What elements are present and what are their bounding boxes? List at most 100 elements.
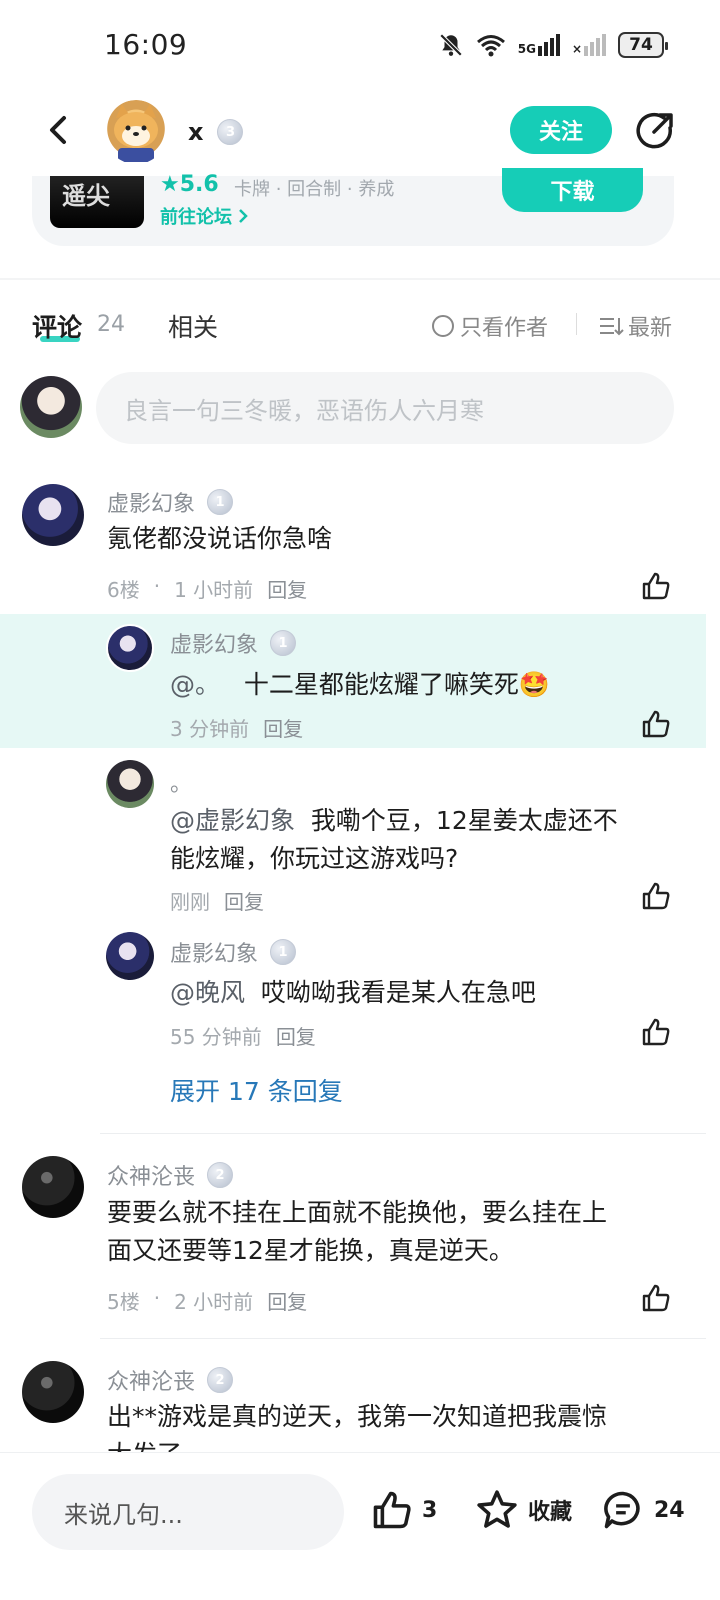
- follow-button[interactable]: 关注: [510, 106, 612, 154]
- my-avatar: [20, 376, 82, 438]
- reply-button[interactable]: 回复: [267, 1286, 307, 1315]
- back-arrow-icon[interactable]: [38, 110, 78, 150]
- like-icon[interactable]: [640, 1282, 672, 1314]
- comment-time: 2 小时前: [174, 1290, 254, 1314]
- mute-icon: [439, 33, 463, 57]
- comment-floor: 5楼: [107, 1290, 140, 1314]
- reply-meta: 3 分钟前 回复: [170, 713, 303, 742]
- commenter-name[interactable]: 众神沦丧 2: [107, 1159, 234, 1191]
- game-tags: 卡牌 · 回合制 · 养成: [234, 179, 395, 200]
- status-time: 16:09: [104, 28, 188, 61]
- author-name[interactable]: x 3: [188, 118, 244, 146]
- author-avatar[interactable]: [104, 100, 168, 164]
- reply-body: 哎呦呦我看是某人在急吧: [260, 978, 536, 1007]
- star-icon: [477, 1490, 517, 1528]
- reply-button[interactable]: 回复: [276, 1021, 316, 1050]
- comments-count: 24: [97, 312, 125, 337]
- reply-time: 55 分钟前: [170, 1025, 262, 1049]
- expand-replies-link[interactable]: 展开 17 条回复: [170, 1072, 343, 1108]
- commenter-avatar[interactable]: [22, 484, 84, 546]
- signal-weak-icon: ×: [572, 34, 606, 56]
- reply-user[interactable]: 虚影幻象 1: [170, 627, 297, 659]
- like-count: 3: [422, 1497, 438, 1523]
- like-icon[interactable]: [640, 1016, 672, 1048]
- reply-time: 刚刚: [170, 890, 210, 914]
- level-badge: 1: [207, 489, 234, 515]
- like-icon[interactable]: [640, 708, 672, 740]
- tab-related[interactable]: 相关: [168, 308, 218, 344]
- favorite-button[interactable]: 收藏: [474, 1488, 572, 1532]
- level-badge: 1: [270, 630, 297, 656]
- commenter-avatar[interactable]: [22, 1156, 84, 1218]
- reply-line-2: 能炫耀，你玩过这游戏吗?: [170, 844, 459, 873]
- radio-icon: [432, 315, 454, 337]
- comment-input[interactable]: 良言一句三冬暖，恶语伤人六月寒: [96, 372, 674, 444]
- reply-button[interactable]: 回复: [263, 713, 303, 742]
- mention-link[interactable]: @晚风: [170, 978, 245, 1007]
- comment-line-2: 面又还要等12星才能换，真是逆天。: [107, 1236, 514, 1265]
- game-rating: ★5.6: [160, 172, 219, 197]
- reply-button[interactable]: 回复: [224, 886, 264, 915]
- reply-avatar[interactable]: [106, 624, 154, 672]
- game-thumbnail[interactable]: 遥尖: [50, 176, 144, 228]
- share-icon[interactable]: [634, 110, 676, 152]
- commenter-avatar[interactable]: [22, 1361, 84, 1423]
- comment-text: 氪佬都没说话你急啥: [107, 524, 333, 553]
- like-icon[interactable]: [640, 570, 672, 602]
- reply-meta: 55 分钟前 回复: [170, 1021, 316, 1050]
- reply-text: @晚风 哎呦呦我看是某人在急吧: [170, 974, 536, 1012]
- shiba-avatar-icon: [114, 104, 158, 162]
- signal-5g-icon: 5G: [518, 34, 560, 56]
- commenter-name-text: 虚影幻象: [107, 492, 196, 517]
- reply-user[interactable]: 。: [170, 766, 192, 798]
- sort-icon: [600, 318, 624, 336]
- wifi-icon: [476, 35, 505, 57]
- author-only-label: 只看作者: [460, 316, 549, 341]
- sort-label: 最新: [628, 316, 673, 341]
- sort-button[interactable]: 最新: [598, 310, 672, 342]
- reply-avatar[interactable]: [106, 932, 154, 980]
- status-icons: 5G × 74: [438, 32, 668, 58]
- mention-link[interactable]: @虚影幻象: [170, 806, 295, 835]
- commenter-name-text: 众神沦丧: [107, 1370, 196, 1395]
- comment-floor: 6楼: [107, 578, 140, 602]
- comment-divider: [100, 1133, 706, 1134]
- chevron-right-icon: [239, 209, 248, 223]
- comment-line-1: 出**游戏是真的逆天，我第一次知道把我震惊: [107, 1402, 608, 1431]
- reply-user[interactable]: 虚影幻象 1: [170, 936, 297, 968]
- level-badge: 2: [207, 1162, 234, 1188]
- forum-link[interactable]: 前往论坛: [160, 203, 250, 229]
- like-icon[interactable]: [640, 880, 672, 912]
- comment-meta: 5楼 · 2 小时前 回复: [107, 1286, 307, 1315]
- quick-comment-input[interactable]: 来说几句...: [32, 1474, 344, 1550]
- download-button[interactable]: 下载: [502, 168, 643, 212]
- commenter-name[interactable]: 众神沦丧 2: [107, 1364, 234, 1396]
- reply-body: 我嘞个豆，12星姜太虚还不: [310, 806, 618, 835]
- favorite-label: 收藏: [528, 1500, 573, 1525]
- reply-line-1: @虚影幻象 我嘞个豆，12星姜太虚还不: [170, 802, 670, 840]
- tab-separator: [576, 313, 577, 335]
- reply-user-name: 。: [170, 772, 193, 797]
- reply-time: 3 分钟前: [170, 717, 250, 741]
- reply-button[interactable]: 回复: [267, 574, 307, 603]
- comments-button[interactable]: 24: [600, 1488, 685, 1532]
- reply-text: @。 十二星都能炫耀了嘛笑死🤩: [170, 666, 550, 704]
- level-badge: 3: [217, 119, 244, 145]
- commenter-name[interactable]: 虚影幻象 1: [107, 486, 234, 518]
- comment-line-1: 要要么就不挂在上面就不能换他，要么挂在上: [107, 1198, 608, 1227]
- chat-bubble-icon: [604, 1491, 640, 1529]
- author-only-toggle[interactable]: 只看作者: [432, 310, 548, 342]
- mention-link[interactable]: @。: [170, 670, 220, 699]
- forum-link-label: 前往论坛: [160, 207, 232, 228]
- reply-avatar[interactable]: [106, 760, 154, 808]
- author-name-text: x: [188, 118, 204, 146]
- tab-comments[interactable]: 评论: [32, 308, 82, 344]
- thumbs-up-icon: [373, 1491, 411, 1529]
- section-divider: [0, 278, 720, 280]
- meta-dot: ·: [153, 574, 161, 598]
- comment-meta: 6楼 · 1 小时前 回复: [107, 574, 307, 603]
- comment-count: 24: [654, 1497, 685, 1523]
- like-post-button[interactable]: 3: [370, 1488, 437, 1532]
- reply-user-name: 虚影幻象: [170, 633, 259, 658]
- reply-meta: 刚刚 回复: [170, 886, 264, 915]
